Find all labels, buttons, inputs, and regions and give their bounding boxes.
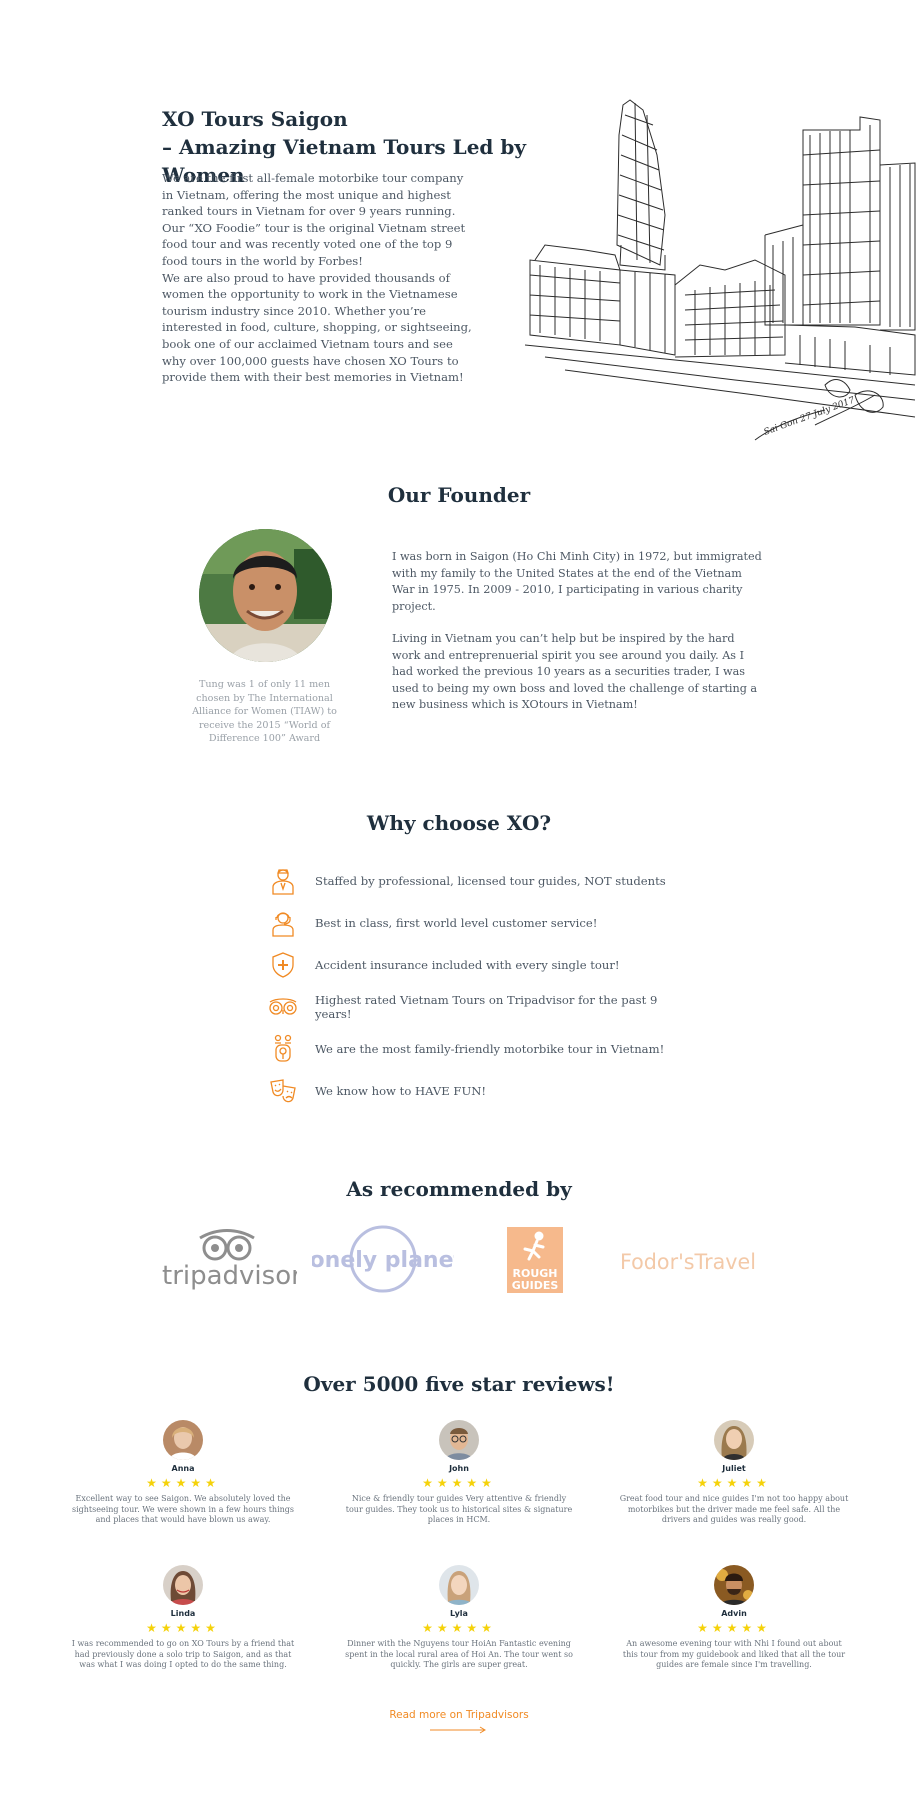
why-item-text: We know how to HAVE FUN!	[315, 1084, 487, 1098]
why-item: Highest rated Vietnam Tours on Tripadvis…	[268, 986, 688, 1028]
fodors-travel-logo: Fodor'sTravel	[620, 1245, 760, 1279]
star-rating: ★★★★★	[697, 1621, 771, 1635]
why-item-text: We are the most family-friendly motorbik…	[315, 1042, 665, 1056]
rough-guides-logo: ROUGH GUIDES	[507, 1227, 563, 1293]
why-item: Staffed by professional, licensed tour g…	[268, 860, 688, 902]
reviewer-name: Juliet	[722, 1464, 746, 1473]
lonely-planet-logo: lonely planet	[302, 1225, 464, 1293]
review-text: Excellent way to see Saigon. We absolute…	[71, 1494, 294, 1525]
founder-photo	[199, 529, 332, 662]
why-item: We know how to HAVE FUN!	[268, 1070, 688, 1112]
why-item: Best in class, first world level custome…	[268, 902, 688, 944]
review-card: Advin ★★★★★ An awesome evening tour with…	[619, 1565, 849, 1671]
reviewer-name: Lyla	[450, 1609, 468, 1618]
avatar	[163, 1420, 203, 1460]
why-list: Staffed by professional, licensed tour g…	[268, 860, 688, 1112]
avatar	[714, 1565, 754, 1605]
why-item-text: Staffed by professional, licensed tour g…	[315, 874, 666, 888]
hero-description: We are the first all-female motorbike to…	[162, 170, 472, 386]
recommended-heading: As recommended by	[346, 1177, 572, 1201]
review-card: Linda ★★★★★ I was recommended to go on X…	[68, 1565, 298, 1671]
avatar	[714, 1420, 754, 1460]
why-item: We are the most family-friendly motorbik…	[268, 1028, 688, 1070]
svg-text:Sai Gon 27 July 2017: Sai Gon 27 July 2017	[763, 396, 857, 438]
review-text: I was recommended to go on XO Tours by a…	[71, 1639, 295, 1670]
tripadvisor-wordmark: tripadvisor	[162, 1261, 297, 1290]
customer-service-icon	[268, 908, 298, 938]
review-text: An awesome evening tour with Nhi I found…	[622, 1639, 846, 1670]
reviewer-name: Linda	[170, 1609, 196, 1618]
tripadvisor-logo: tripadvisor	[162, 1228, 302, 1291]
star-rating: ★★★★★	[146, 1621, 220, 1635]
reviewer-name: Anna	[171, 1464, 195, 1473]
star-rating: ★★★★★	[697, 1476, 771, 1490]
founder-bio: I was born in Saigon (Ho Chi Minh City) …	[392, 549, 762, 714]
review-text: Nice & friendly tour guides Very attenti…	[345, 1494, 573, 1525]
avatar	[439, 1420, 479, 1460]
review-text: Dinner with the Nguyens tour HoiAn Fanta…	[345, 1639, 573, 1670]
review-card: Anna ★★★★★ Excellent way to see Saigon. …	[68, 1420, 298, 1526]
recommended-logos: tripadvisor lonely planet ROUGH GUIDES F…	[0, 1225, 918, 1295]
tripadvisor-owl-icon	[268, 992, 298, 1022]
avatar	[439, 1565, 479, 1605]
why-item-text: Accident insurance included with every s…	[315, 958, 620, 972]
hero-title-line1: XO Tours Saigon	[162, 107, 348, 131]
reviewer-name: Advin	[721, 1609, 747, 1618]
founder-paragraph-1: I was born in Saigon (Ho Chi Minh City) …	[392, 550, 762, 613]
founder-heading: Our Founder	[387, 483, 531, 507]
star-rating: ★★★★★	[146, 1476, 220, 1490]
saigon-skyline-sketch: Sai Gon 27 July 2017	[525, 99, 916, 441]
fun-masks-icon	[268, 1076, 298, 1106]
fodors-wordmark: Fodor'sTravel	[620, 1250, 756, 1274]
family-icon	[268, 1034, 298, 1064]
arrow-right-icon[interactable]	[430, 1726, 488, 1734]
star-rating: ★★★★★	[422, 1476, 496, 1490]
read-more-link[interactable]: Read more on Tripadvisors	[0, 1709, 918, 1721]
review-card: Lyla ★★★★★ Dinner with the Nguyens tour …	[344, 1565, 574, 1671]
reviewer-name: John	[449, 1464, 469, 1473]
why-heading: Why choose XO?	[366, 811, 552, 835]
hero-paragraph-2: We are also proud to have provided thous…	[162, 270, 472, 385]
why-item: Accident insurance included with every s…	[268, 944, 688, 986]
avatar	[163, 1565, 203, 1605]
founder-paragraph-2: Living in Vietnam you can’t help but be …	[392, 632, 758, 711]
reviews-heading: Over 5000 five star reviews!	[303, 1372, 615, 1396]
star-rating: ★★★★★	[422, 1621, 496, 1635]
insurance-shield-icon	[268, 950, 298, 980]
review-card: John ★★★★★ Nice & friendly tour guides V…	[344, 1420, 574, 1526]
review-text: Great food tour and nice guides I'm not …	[619, 1494, 849, 1525]
lonely-planet-wordmark: lonely planet	[312, 1248, 454, 1273]
why-item-text: Highest rated Vietnam Tours on Tripadvis…	[315, 993, 658, 1021]
founder-award-caption: Tung was 1 of only 11 men chosen by The …	[192, 679, 337, 744]
tour-guide-icon	[268, 866, 298, 896]
why-item-text: Best in class, first world level custome…	[315, 916, 598, 930]
rough-guides-line2: GUIDES	[512, 1279, 559, 1292]
review-card: Juliet ★★★★★ Great food tour and nice gu…	[619, 1420, 849, 1526]
hero-paragraph-1: We are the first all-female motorbike to…	[162, 171, 466, 268]
